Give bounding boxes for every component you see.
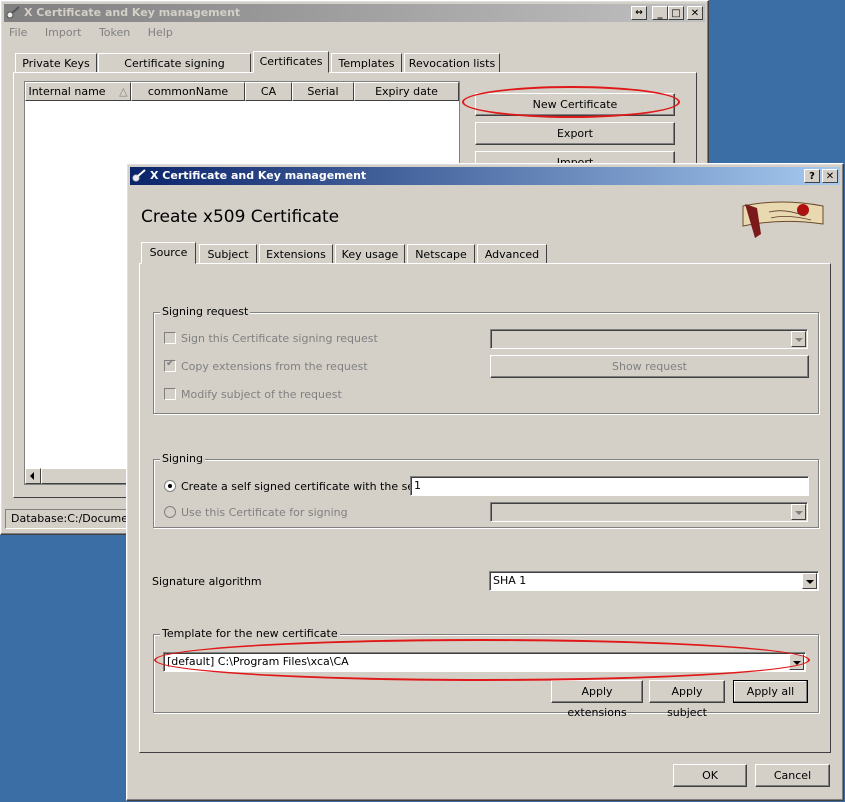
signing-label: Signing xyxy=(160,452,206,465)
main-window-title: X Certificate and Key management xyxy=(24,6,241,19)
chevron-down-icon xyxy=(791,504,806,520)
tab-certificates[interactable]: Certificates xyxy=(253,51,329,73)
modify-subject-checkbox[interactable] xyxy=(164,388,176,400)
resize-icon[interactable]: ↔ xyxy=(631,6,647,20)
template-select[interactable]: [default] C:\Program Files\xca\CA xyxy=(163,652,806,672)
signing-cert-select[interactable] xyxy=(490,502,808,522)
apply-subject-button[interactable]: Apply subject xyxy=(649,680,725,719)
new-certificate-button[interactable]: New Certificate xyxy=(475,93,675,116)
key-icon xyxy=(6,6,20,19)
copy-extensions-label: Copy extensions from the request xyxy=(181,360,368,373)
database-path: Database:C:/Documents xyxy=(11,512,146,525)
tab-extensions[interactable]: Extensions xyxy=(259,244,333,264)
menu-bar: File Import Token Help xyxy=(9,26,187,40)
tab-netscape[interactable]: Netscape xyxy=(407,244,475,264)
column-internal-name[interactable]: Internal name △ xyxy=(25,82,131,101)
sort-ascending-icon: △ xyxy=(119,85,128,98)
ok-button[interactable]: OK xyxy=(673,764,747,787)
tab-revocation-lists[interactable]: Revocation lists xyxy=(404,53,500,73)
dialog-titlebar[interactable]: X Certificate and Key management ? ✕ xyxy=(130,167,840,185)
close-button[interactable]: ✕ xyxy=(822,169,838,183)
dialog-title: X Certificate and Key management xyxy=(150,169,367,182)
minimize-button[interactable]: _ xyxy=(652,6,668,20)
check-icon: ✔ xyxy=(166,358,175,369)
template-label: Template for the new certificate xyxy=(160,627,340,640)
signature-algorithm-select[interactable]: SHA 1 xyxy=(489,571,819,591)
tab-advanced[interactable]: Advanced xyxy=(477,244,547,264)
apply-extensions-button[interactable]: Apply extensions xyxy=(551,680,643,719)
column-expiry-date[interactable]: Expiry date xyxy=(354,82,459,101)
menu-token[interactable]: Token xyxy=(99,26,130,39)
menu-import[interactable]: Import xyxy=(45,26,82,39)
chevron-down-icon xyxy=(791,331,806,347)
menu-help[interactable]: Help xyxy=(148,26,173,39)
show-request-button[interactable]: Show request xyxy=(490,355,809,378)
chevron-down-icon xyxy=(802,573,817,589)
self-signed-radio[interactable] xyxy=(164,480,176,492)
use-cert-radio[interactable] xyxy=(164,506,176,518)
export-button[interactable]: Export xyxy=(475,122,675,145)
tab-templates[interactable]: Templates xyxy=(331,53,402,73)
arrow-left-icon xyxy=(30,472,34,480)
serial-input[interactable]: 1 xyxy=(410,476,809,496)
tab-key-usage[interactable]: Key usage xyxy=(335,244,405,264)
sign-csr-checkbox[interactable] xyxy=(164,332,176,344)
copy-extensions-checkbox[interactable]: ✔ xyxy=(164,358,176,372)
xca-logo xyxy=(742,201,824,238)
menu-file[interactable]: File xyxy=(9,26,27,39)
create-certificate-dialog: X Certificate and Key management ? ✕ Cre… xyxy=(126,163,844,801)
use-cert-label: Use this Certificate for signing xyxy=(181,506,348,519)
modify-subject-label: Modify subject of the request xyxy=(181,388,342,401)
cancel-button[interactable]: Cancel xyxy=(755,764,830,787)
apply-all-button[interactable]: Apply all xyxy=(733,680,808,703)
tab-private-keys[interactable]: Private Keys xyxy=(15,53,97,73)
tab-source[interactable]: Source xyxy=(141,242,196,264)
dialog-heading: Create x509 Certificate xyxy=(141,207,340,227)
close-button[interactable]: ✕ xyxy=(687,6,703,20)
self-signed-label: Create a self signed certificate with th… xyxy=(181,480,432,493)
column-serial[interactable]: Serial xyxy=(292,82,354,101)
key-icon xyxy=(132,169,146,182)
signature-algorithm-label: Signature algorithm xyxy=(152,575,262,588)
chevron-down-icon xyxy=(789,654,804,670)
scroll-thumb[interactable] xyxy=(41,468,131,484)
maximize-button[interactable]: □ xyxy=(668,6,684,20)
signing-request-label: Signing request xyxy=(160,305,251,318)
help-button[interactable]: ? xyxy=(804,169,820,183)
tab-subject[interactable]: Subject xyxy=(199,244,257,264)
csr-select[interactable] xyxy=(490,329,808,349)
radio-dot xyxy=(168,484,172,488)
tab-csr[interactable]: Certificate signing requests xyxy=(98,53,251,89)
main-titlebar[interactable]: X Certificate and Key management ↔ _ □ ✕ xyxy=(4,4,705,22)
column-commonname[interactable]: commonName xyxy=(131,82,245,101)
column-ca[interactable]: CA xyxy=(245,82,292,101)
sign-csr-label: Sign this Certificate signing request xyxy=(181,332,378,345)
scroll-left-button[interactable] xyxy=(25,468,41,484)
